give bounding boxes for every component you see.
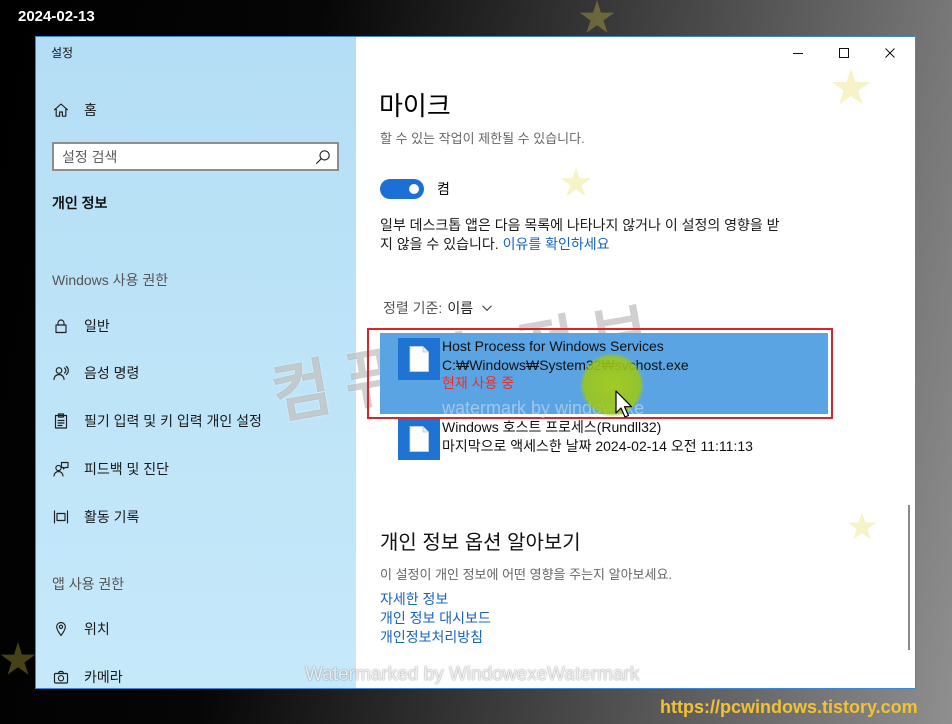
learn-more-description: 이 설정이 개인 정보에 어떤 영향을 주는지 알아보세요.: [380, 567, 673, 582]
camera-icon: [53, 669, 69, 685]
privacy-statement-link[interactable]: 개인정보처리방침: [380, 628, 491, 647]
maximize-icon: [839, 48, 849, 58]
mouse-cursor-icon: [615, 390, 633, 418]
location-icon: [53, 621, 69, 637]
notice-line-1: 일부 데스크톱 앱은 다음 목록에 나타나지 않거나 이 설정의 영향을 받: [380, 217, 780, 233]
sidebar-item-label: 위치: [84, 621, 110, 637]
sidebar-item-label: 카메라: [84, 669, 123, 685]
star-decoration: [0, 642, 36, 675]
app-last-access: 마지막으로 액세스한 날짜 2024-02-14 오전 11:11:13: [442, 438, 753, 454]
desktop-apps-notice: 일부 데스크톱 앱은 다음 목록에 나타나지 않거나 이 설정의 영향을 받 지…: [380, 216, 780, 254]
privacy-dashboard-link[interactable]: 개인 정보 대시보드: [380, 609, 491, 628]
sidebar-item-label: 필기 입력 및 키 입력 개인 설정: [84, 413, 262, 429]
timeline-icon: [53, 509, 69, 525]
date-stamp: 2024-02-13: [18, 8, 95, 25]
group-header: 앱 사용 권한: [52, 576, 125, 592]
microphone-access-toggle[interactable]: [380, 179, 424, 199]
sidebar-item-location[interactable]: 위치: [36, 607, 356, 651]
sidebar-item-label: 일반: [84, 318, 110, 334]
sort-value: 이름: [447, 300, 474, 316]
voice-icon: [53, 365, 69, 381]
learn-why-link[interactable]: 이유를 확인하세요: [503, 236, 610, 252]
search-box[interactable]: [52, 142, 339, 171]
settings-window: 설정 홈 개인 정보 Windows 사용 권한 일반 음성 명령 필기 입력 …: [36, 37, 915, 688]
notice-line-2: 지 않을 수 있습니다.: [380, 236, 499, 252]
learn-more-links: 자세한 정보 개인 정보 대시보드 개인정보처리방침: [380, 590, 491, 647]
clipboard-icon: [53, 413, 69, 429]
sidebar-item-label: 홈: [84, 102, 97, 118]
toggle-knob: [409, 184, 419, 194]
window-title: 설정: [51, 46, 74, 60]
close-icon: [885, 48, 895, 58]
document-icon: [398, 418, 440, 460]
sidebar-item-label: 활동 기록: [84, 509, 140, 525]
chevron-down-icon: [482, 305, 492, 312]
scrollbar-thumb[interactable]: [908, 505, 910, 650]
page-subtitle: 할 수 있는 작업이 제한될 수 있습니다.: [380, 131, 585, 146]
cursor-highlight: [580, 353, 644, 417]
more-info-link[interactable]: 자세한 정보: [380, 590, 491, 609]
app-name: Windows 호스트 프로세스(Rundll32): [442, 419, 662, 435]
minimize-icon: [793, 53, 803, 54]
lock-icon: [53, 318, 69, 334]
sort-label: 정렬 기준:: [383, 300, 443, 316]
sidebar-item-label: 음성 명령: [84, 365, 140, 381]
sidebar-item-activity-history[interactable]: 활동 기록: [36, 495, 356, 539]
close-button[interactable]: [867, 37, 913, 69]
site-url: https://pcwindows.tistory.com: [660, 697, 918, 717]
search-icon[interactable]: [315, 149, 331, 165]
sidebar-item-label: 피드백 및 진단: [84, 461, 170, 477]
watermark-bottom: Watermarked by WindowexeWatermark: [305, 664, 640, 685]
star-decoration: [579, 0, 615, 33]
sort-dropdown[interactable]: 정렬 기준: 이름: [383, 298, 493, 318]
sidebar-item-general[interactable]: 일반: [36, 304, 356, 348]
maximize-button[interactable]: [821, 37, 867, 69]
group-header: Windows 사용 권한: [52, 272, 169, 288]
notice-line-2-wrap: 지 않을 수 있습니다. 이유를 확인하세요: [380, 235, 780, 254]
page-title: 마이크: [379, 91, 451, 121]
app-list-item[interactable]: Windows 호스트 프로세스(Rundll32) 마지막으로 액세스한 날짜…: [380, 413, 828, 494]
search-input[interactable]: [54, 145, 312, 168]
section-title: 개인 정보: [52, 195, 108, 211]
minimize-button[interactable]: [775, 37, 821, 69]
feedback-icon: [53, 461, 69, 477]
learn-more-title: 개인 정보 옵션 알아보기: [380, 532, 581, 554]
sidebar-item-home[interactable]: 홈: [36, 88, 356, 132]
toggle-state-label: 켬: [437, 181, 450, 197]
home-icon: [53, 102, 69, 118]
sidebar-item-feedback[interactable]: 피드백 및 진단: [36, 447, 356, 491]
